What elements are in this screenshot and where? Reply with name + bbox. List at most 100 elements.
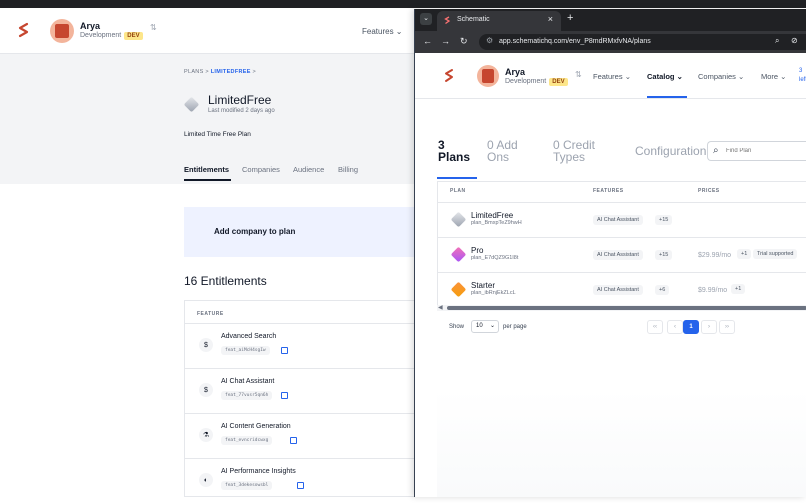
tab-companies[interactable]: Companies <box>242 165 280 174</box>
plan-column-header: PLAN <box>450 188 466 194</box>
app-header: Arya Development DEV ⇅ Features ⌄ Catalog… <box>415 53 806 99</box>
address-bar[interactable]: ⚙ app.schematichq.com/env_P8mdRMxfvNA/pl… <box>479 34 806 50</box>
feature-more-chip[interactable]: +15 <box>655 250 673 260</box>
tab-credit-types[interactable]: 0 Credit Types <box>553 139 595 163</box>
tab-add-ons[interactable]: 0 Add Ons <box>487 139 518 163</box>
workspace-avatar[interactable] <box>477 65 499 87</box>
table-row[interactable]: $ Advanced Search feat_aiMcH4sgIw <box>185 323 425 368</box>
trial-badge: Trial supported <box>753 249 798 259</box>
dollar-coin-icon: $ <box>199 383 213 397</box>
price-more-chip[interactable]: +1 <box>737 249 752 259</box>
page-1-button[interactable]: 1 <box>683 320 699 334</box>
os-bar <box>0 0 806 8</box>
prev-page-button[interactable]: ‹ <box>667 320 683 334</box>
plans-table: PLAN FEATURES PRICES LimitedFree plan_Bm… <box>437 181 806 309</box>
plan-name[interactable]: LimitedFree <box>471 211 513 220</box>
copy-icon[interactable] <box>281 392 288 399</box>
plan-name[interactable]: Pro <box>471 246 483 255</box>
subtab-indicator <box>437 177 477 179</box>
workspace-env: Development DEV <box>505 78 568 86</box>
nav-more[interactable]: More ⌄ <box>761 72 786 81</box>
copy-icon[interactable] <box>290 437 297 444</box>
per-page-select[interactable]: 10 ⌄ <box>471 320 499 333</box>
workspace-name[interactable]: Arya <box>505 67 525 77</box>
tab-entitlements[interactable]: Entitlements <box>184 165 229 174</box>
url-text[interactable]: app.schematichq.com/env_P8mdRMxfvNA/plan… <box>499 38 651 45</box>
last-page-button[interactable]: ›› <box>719 320 735 334</box>
plan-description: Limited Time Free Plan <box>184 131 251 138</box>
site-info-icon[interactable]: ⚙ <box>486 36 493 45</box>
add-company-banner[interactable]: Add company to plan <box>184 207 414 257</box>
dev-badge: DEV <box>124 32 143 40</box>
workspace-name[interactable]: Arya <box>80 21 100 31</box>
copy-icon[interactable] <box>281 347 288 354</box>
reload-icon[interactable]: ↻ <box>460 36 468 47</box>
nav-badge[interactable]: 3left <box>799 67 806 85</box>
browser-tabstrip: ⌄ Schematic × + <box>415 9 806 31</box>
entitlement-name[interactable]: AI Performance Insights <box>221 468 296 475</box>
tab-title: Schematic <box>457 16 490 23</box>
tab-configuration[interactable]: Configuration <box>635 144 706 158</box>
add-company-label[interactable]: Add company to plan <box>214 227 295 236</box>
scroll-left-icon[interactable]: ◀ <box>438 304 443 311</box>
table-row[interactable]: Starter plan_ibRnjEkZLcL AI Chat Assista… <box>438 272 806 307</box>
tab-search-icon[interactable]: ⌄ <box>420 13 432 25</box>
workspace-switcher-icon[interactable]: ⇅ <box>575 70 582 79</box>
price-more-chip[interactable]: +1 <box>731 284 746 294</box>
nav-companies[interactable]: Companies ⌄ <box>698 72 744 81</box>
nav-features[interactable]: Features ⌄ <box>593 72 631 81</box>
entitlement-name[interactable]: Advanced Search <box>221 333 276 340</box>
per-page-label: per page <box>503 324 527 330</box>
schematic-logo-icon[interactable] <box>17 22 31 40</box>
schematic-logo-icon[interactable] <box>443 68 455 84</box>
page-title: LimitedFree <box>208 93 272 107</box>
workspace-avatar[interactable] <box>50 19 74 43</box>
table-row[interactable]: LimitedFree plan_BmxpTeZ9hwH AI Chat Ass… <box>438 202 806 237</box>
features-column-header: FEATURES <box>593 188 624 194</box>
scrollbar-thumb[interactable] <box>447 306 806 310</box>
entitlement-key: feat_3dekesowsbl <box>221 481 273 490</box>
last-modified: Last modified 2 days ago <box>208 108 275 114</box>
horizontal-scrollbar[interactable]: ◀ <box>437 305 806 311</box>
tab-plans[interactable]: 3 Plans <box>438 139 470 163</box>
table-row[interactable]: Pro plan_E7dQZ9G1I8t AI Chat Assistant +… <box>438 237 806 272</box>
flask-icon: ⚗ <box>199 428 213 442</box>
feature-column-header: FEATURE <box>197 311 224 317</box>
plan-diamond-icon <box>450 246 467 263</box>
workspace-switcher-icon[interactable]: ⇅ <box>150 23 157 32</box>
plan-key: plan_BmxpTeZ9hwH <box>471 220 522 226</box>
new-tab-icon[interactable]: + <box>567 12 573 24</box>
chevron-down-icon: ⌄ <box>489 323 495 329</box>
browser-tab[interactable]: Schematic × <box>437 11 561 31</box>
feature-more-chip[interactable]: +15 <box>655 215 673 225</box>
tab-audience[interactable]: Audience <box>293 165 324 174</box>
search-input[interactable] <box>726 145 804 157</box>
table-row[interactable]: $ AI Chat Assistant feat_77vusr5qn6h <box>185 368 425 413</box>
browser-toolbar: ← → ↻ ⚙ app.schematichq.com/env_P8mdRMxf… <box>415 31 806 53</box>
plan-name[interactable]: Starter <box>471 281 495 290</box>
nav-features[interactable]: Features ⌄ <box>362 27 403 36</box>
find-plan-field[interactable]: ⌕ <box>707 141 806 161</box>
copy-icon[interactable] <box>297 482 304 489</box>
forward-arrow-icon[interactable]: → <box>441 36 450 46</box>
breadcrumb-plans[interactable]: PLANS <box>184 69 204 75</box>
entitlement-name[interactable]: AI Chat Assistant <box>221 378 274 385</box>
entitlement-key: feat_evncridcwxg <box>221 436 273 445</box>
tab-billing[interactable]: Billing <box>338 165 358 174</box>
feature-more-chip[interactable]: +6 <box>655 285 670 295</box>
first-page-button[interactable]: ‹‹ <box>647 320 663 334</box>
eye-off-icon[interactable]: ⊘ <box>791 36 798 45</box>
entitlement-name[interactable]: AI Content Generation <box>221 423 291 430</box>
next-page-button[interactable]: › <box>701 320 717 334</box>
nav-indicator <box>647 96 687 98</box>
table-row[interactable]: ◐ AI Performance Insights feat_3dekesows… <box>185 458 425 503</box>
breadcrumb-current[interactable]: LIMITEDFREE <box>211 69 251 75</box>
table-row[interactable]: ⚗ AI Content Generation feat_evncridcwxg <box>185 413 425 458</box>
nav-catalog[interactable]: Catalog ⌄ <box>647 72 683 81</box>
close-tab-icon[interactable]: × <box>548 14 553 24</box>
zoom-icon[interactable]: ⌕ <box>775 36 779 46</box>
back-arrow-icon[interactable]: ← <box>423 36 432 46</box>
dev-badge: DEV <box>549 78 568 86</box>
plan-diamond-icon <box>450 281 467 298</box>
plan-diamond-icon <box>450 211 467 228</box>
